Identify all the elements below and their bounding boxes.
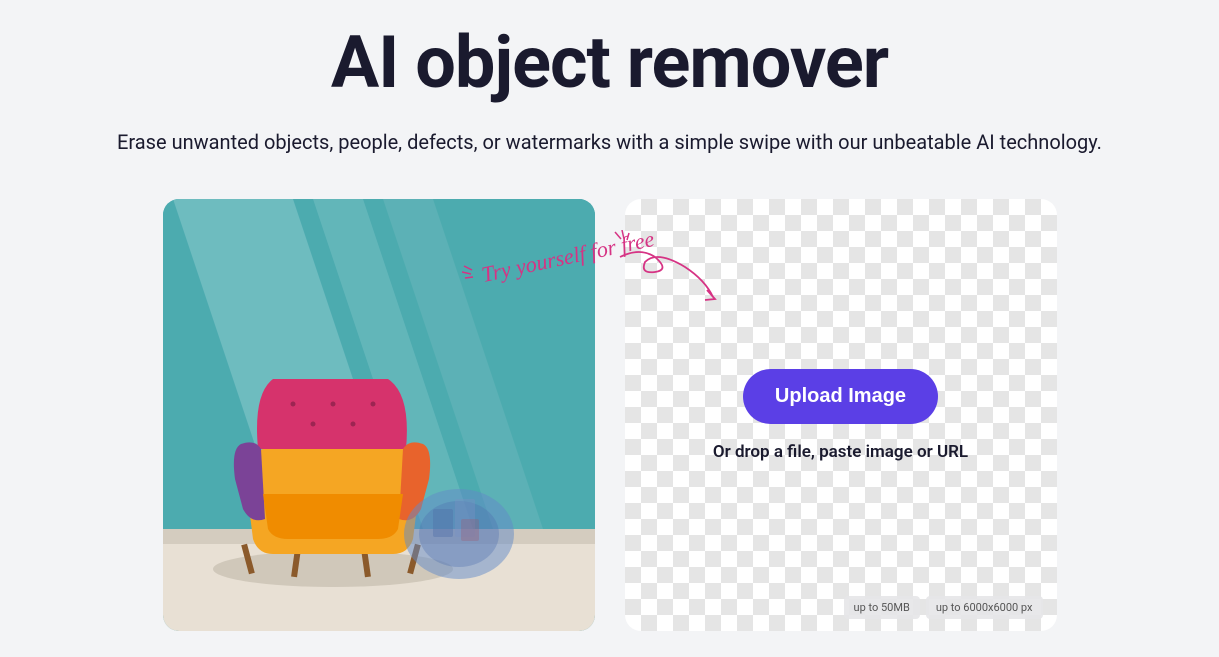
dimensions-limit-badge: up to 6000x6000 px (926, 596, 1043, 619)
upload-dropzone[interactable]: Upload Image Or drop a file, paste image… (625, 199, 1057, 631)
size-limit-badge: up to 50MB (844, 596, 920, 619)
upload-image-button[interactable]: Upload Image (743, 369, 938, 424)
drop-instruction-text: Or drop a file, paste image or URL (713, 442, 968, 462)
preview-image (163, 199, 595, 631)
page-title: AI object remover (40, 20, 1179, 105)
armchair-scene-icon (163, 199, 595, 631)
page-subtitle: Erase unwanted objects, people, defects,… (40, 130, 1179, 154)
